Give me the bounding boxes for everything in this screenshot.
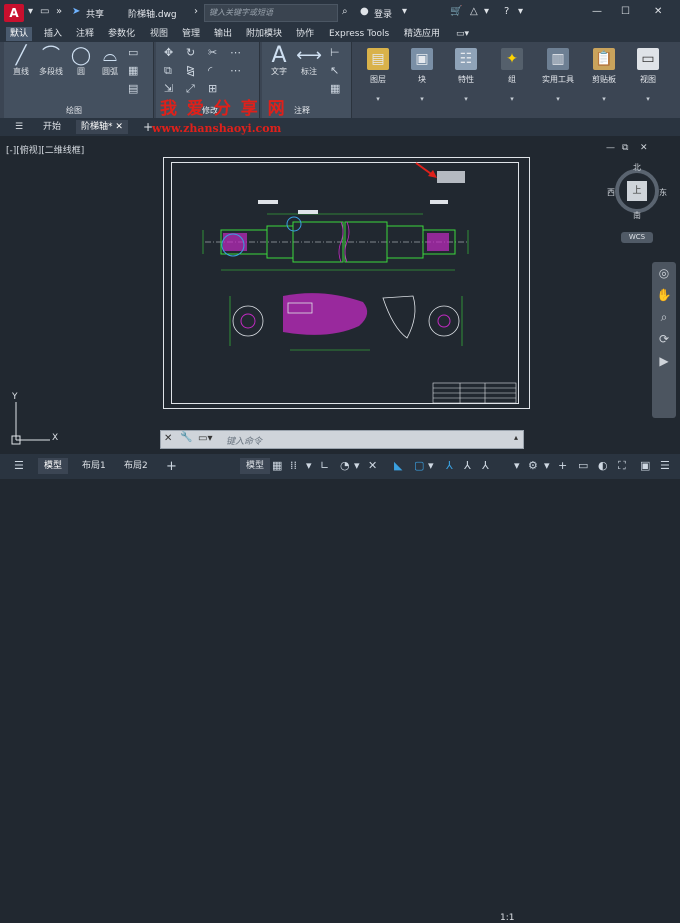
viewport-minimize-icon[interactable]: — <box>606 143 615 153</box>
chevron-down-icon[interactable]: ▾ <box>354 459 360 472</box>
status-bar: ☰ 模型 布局1 布局2 + 模型 ▦ ⁞⁞ ▾ ∟ ◔ ▾ ✕ ◣ ▢ ▾ ⅄… <box>0 454 680 923</box>
command-line[interactable] <box>160 430 524 449</box>
gear-icon[interactable]: ⚙ <box>528 459 538 472</box>
annotation-scale-value[interactable]: 1:1 <box>500 913 514 923</box>
navigation-bar: ◎ ✋ ⌕ ⟳ ▶ <box>652 262 676 418</box>
chevron-down-icon[interactable]: ▾ <box>514 459 520 472</box>
wcs-dropdown[interactable]: WCS <box>621 232 653 243</box>
tab-layout2[interactable]: 布局2 <box>118 458 154 474</box>
ucs-y-label: Y <box>12 392 18 402</box>
drawing-graphics <box>11 162 517 445</box>
clean-screen-icon[interactable]: ▣ <box>640 459 650 472</box>
menu-icon[interactable]: ☰ <box>14 459 24 472</box>
polar-icon[interactable]: ◔ <box>340 459 350 472</box>
add-icon[interactable]: + <box>558 459 567 472</box>
viewcube-west[interactable]: 西 <box>607 187 615 198</box>
chevron-up-icon[interactable]: ▴ <box>514 433 518 442</box>
ucs-x-label: X <box>52 433 59 443</box>
steering-wheel-icon[interactable]: ◎ <box>652 262 676 284</box>
chevron-down-icon[interactable]: ▾ <box>428 459 434 472</box>
snap-icon[interactable]: ⁞⁞ <box>290 459 297 472</box>
model-space-button[interactable]: 模型 <box>240 458 271 474</box>
tab-layout1[interactable]: 布局1 <box>76 458 112 474</box>
command-input[interactable]: 键入命令 <box>226 434 262 447</box>
orbit-icon[interactable]: ⟳ <box>652 328 676 350</box>
viewcube-north[interactable]: 北 <box>633 162 641 173</box>
grid-icon[interactable]: ▦ <box>272 459 282 472</box>
object-snap-icon[interactable]: ▢ <box>414 459 424 472</box>
chevron-down-icon[interactable]: ▾ <box>544 459 550 472</box>
viewcube-east[interactable]: 东 <box>659 187 667 198</box>
customization-icon[interactable]: ☰ <box>660 459 670 472</box>
autoscale-icon[interactable]: ⅄ <box>464 459 471 472</box>
viewcube-south[interactable]: 南 <box>633 210 641 221</box>
ortho-icon[interactable]: ∟ <box>320 459 329 472</box>
chevron-down-icon[interactable]: ▾ <box>306 459 312 472</box>
annotation-scale-icon[interactable]: ⅄ <box>482 459 489 472</box>
viewport-restore-icon[interactable]: ⧉ <box>622 143 628 153</box>
osnap-icon[interactable]: ◣ <box>394 459 402 472</box>
isodraft-icon[interactable]: ✕ <box>368 459 377 472</box>
close-icon[interactable]: ✕ <box>164 433 172 444</box>
viewport-close-icon[interactable]: ✕ <box>640 143 648 153</box>
fullscreen-icon[interactable]: ⛶ <box>618 459 626 473</box>
wrench-icon[interactable]: 🔧 <box>180 432 192 443</box>
pan-icon[interactable]: ✋ <box>652 284 676 306</box>
zoom-icon[interactable]: ⌕ <box>652 306 676 328</box>
isolate-icon[interactable]: ◐ <box>598 459 608 472</box>
hardware-accel-icon[interactable]: ▭ <box>578 459 588 472</box>
tab-model[interactable]: 模型 <box>38 458 69 474</box>
command-prompt-icon[interactable]: ▭▾ <box>198 433 212 444</box>
showmotion-icon[interactable]: ▶ <box>652 350 676 372</box>
annotation-visibility-icon[interactable]: ⅄ <box>446 459 453 472</box>
viewcube-top-face[interactable]: 上 <box>627 181 647 201</box>
add-layout-icon[interactable]: + <box>166 459 177 474</box>
